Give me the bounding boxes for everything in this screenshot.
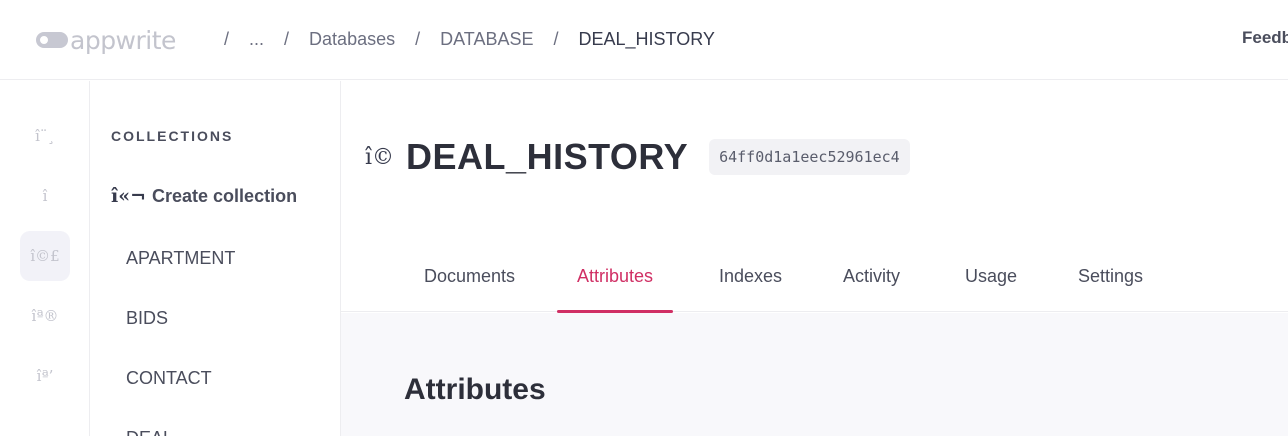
collections-heading: COLLECTIONS — [111, 128, 234, 144]
breadcrumb-separator: / — [415, 28, 421, 49]
page-title: DEAL_HISTORY — [406, 136, 689, 177]
collection-item-deal[interactable]: DEAL — [126, 428, 173, 436]
auth-icon[interactable]: î — [20, 171, 70, 221]
main-content: î© DEAL_HISTORY 64ff0d1a1eec52961ec4 Doc… — [341, 81, 1288, 436]
tab-activity[interactable]: Activity — [823, 251, 920, 312]
logo-text: appwrite — [70, 25, 176, 55]
collection-icon: î© — [365, 144, 395, 170]
functions-icon[interactable]: îª® — [20, 291, 70, 341]
breadcrumb-database[interactable]: DATABASE — [440, 29, 533, 50]
collection-id-badge[interactable]: 64ff0d1a1eec52961ec4 — [709, 139, 910, 175]
tab-usage[interactable]: Usage — [945, 251, 1037, 312]
collection-header: î© DEAL_HISTORY 64ff0d1a1eec52961ec4 Doc… — [341, 81, 1288, 313]
breadcrumb: / ... / Databases / DATABASE / DEAL_HIST… — [224, 28, 735, 50]
breadcrumb-current: DEAL_HISTORY — [578, 28, 715, 49]
breadcrumb-databases[interactable]: Databases — [309, 29, 395, 50]
tab-attributes[interactable]: Attributes — [557, 251, 674, 313]
breadcrumb-separator: / — [553, 28, 559, 49]
overview-icon[interactable]: î¨¸ — [20, 111, 70, 161]
tab-settings[interactable]: Settings — [1058, 251, 1163, 312]
tab-indexes[interactable]: Indexes — [699, 251, 802, 312]
breadcrumb-more[interactable]: ... — [249, 29, 264, 50]
databases-icon[interactable]: î©£ — [20, 231, 70, 281]
collections-sidebar: COLLECTIONS î«¬ Create collection APARTM… — [91, 81, 341, 436]
logo-mark-icon — [36, 30, 68, 50]
create-collection-button[interactable]: î«¬ Create collection — [111, 185, 297, 207]
create-collection-label: Create collection — [152, 185, 298, 206]
breadcrumb-separator: / — [224, 28, 230, 49]
top-header: appwrite / ... / Databases / DATABASE / … — [0, 0, 1288, 80]
collection-item-bids[interactable]: BIDS — [126, 308, 168, 329]
tab-documents[interactable]: Documents — [404, 251, 535, 312]
plus-icon: î«¬ — [111, 185, 147, 207]
title-row: î© DEAL_HISTORY 64ff0d1a1eec52961ec4 — [365, 136, 910, 178]
storage-icon[interactable]: îª’ — [20, 351, 70, 401]
attributes-panel: Attributes — [341, 313, 1288, 436]
collection-item-apartment[interactable]: APARTMENT — [126, 248, 235, 269]
breadcrumb-separator: / — [284, 28, 290, 49]
appwrite-logo[interactable]: appwrite — [36, 24, 176, 56]
icon-rail: î¨¸ î î©£ îª® îª’ — [0, 81, 90, 436]
section-title: Attributes — [404, 373, 546, 406]
feedback-button[interactable]: Feedb — [1242, 28, 1288, 48]
collection-item-contact[interactable]: CONTACT — [126, 368, 212, 389]
